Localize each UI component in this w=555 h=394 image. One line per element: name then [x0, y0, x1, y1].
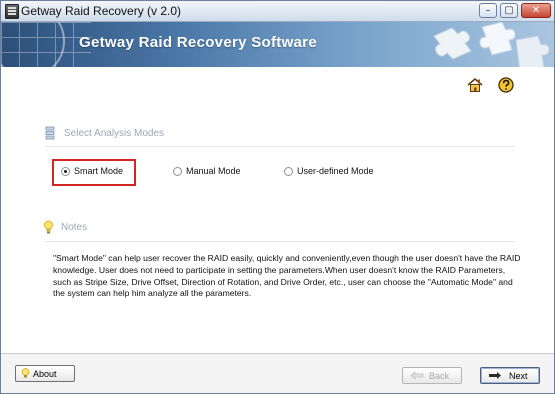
notes-divider — [45, 241, 515, 242]
app-icon[interactable] — [5, 4, 19, 19]
footer-bar: About Back Next — [1, 353, 554, 393]
about-label: About — [33, 368, 57, 379]
banner-title: Getway Raid Recovery Software — [79, 34, 317, 51]
main-window: Getway Raid Recovery (v 2.0) – ▢ ✕ Getwa… — [0, 0, 555, 394]
header-banner: Getway Raid Recovery Software — [1, 22, 554, 67]
notes-section-title: Notes — [61, 222, 88, 233]
notes-text: "Smart Mode" can help user recover the R… — [53, 253, 521, 299]
back-label: Back — [429, 370, 450, 381]
manual-mode-radio[interactable] — [173, 166, 182, 176]
manual-mode-option[interactable]: Manual Mode — [173, 166, 241, 176]
user-defined-mode-label: User-defined Mode — [297, 166, 374, 176]
back-arrow-icon — [410, 371, 424, 380]
user-defined-mode-option[interactable]: User-defined Mode — [284, 166, 374, 176]
minimize-button[interactable]: – — [479, 3, 497, 18]
window-title: Getway Raid Recovery (v 2.0) — [21, 4, 182, 18]
user-defined-mode-radio[interactable] — [284, 166, 293, 176]
modes-divider — [45, 146, 515, 147]
next-button[interactable]: Next — [480, 367, 540, 384]
back-button[interactable]: Back — [402, 367, 462, 384]
title-bar[interactable]: Getway Raid Recovery (v 2.0) – ▢ ✕ — [1, 1, 554, 22]
manual-mode-label: Manual Mode — [186, 166, 241, 176]
close-button[interactable]: ✕ — [521, 3, 551, 18]
about-lightbulb-icon — [21, 368, 30, 378]
puzzle-pieces-icon — [433, 22, 550, 67]
next-label: Next — [509, 370, 528, 381]
smart-mode-highlight — [52, 159, 136, 186]
modes-section-header: Select Analysis Modes — [45, 126, 245, 144]
help-icon[interactable] — [498, 77, 514, 93]
about-button[interactable]: About — [15, 365, 75, 382]
list-icon — [45, 126, 55, 140]
next-arrow-icon — [489, 372, 501, 379]
notes-section-header: Notes — [44, 220, 165, 238]
home-icon[interactable] — [467, 77, 483, 93]
modes-section-title: Select Analysis Modes — [64, 128, 165, 139]
banner-ring-decoration — [1, 22, 65, 67]
maximize-button[interactable]: ▢ — [500, 3, 518, 18]
lightbulb-icon — [44, 220, 53, 234]
